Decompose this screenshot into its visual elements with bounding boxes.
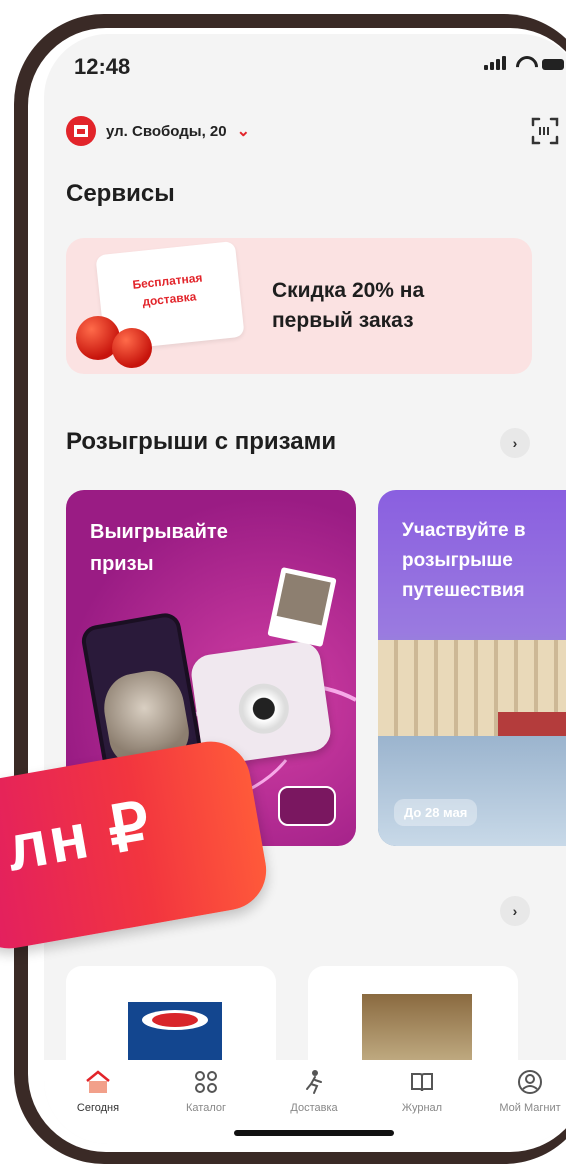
scan-icon[interactable] <box>530 116 560 146</box>
status-icons <box>484 56 564 70</box>
app-screen: 12:48 ул. Свободы, 20 ⌄ Сервисы Бесплатн… <box>44 34 566 1144</box>
whiskas-logo <box>278 786 336 826</box>
raffle-card-travel[interactable]: Участвуйте в розыгрыше путешествия До 28… <box>378 490 566 846</box>
chevron-down-icon: ⌄ <box>236 123 251 140</box>
home-indicator <box>234 1130 394 1136</box>
address-text: ул. Свободы, 20 <box>106 122 227 140</box>
promo-card-discount[interactable]: Бесплатная доставка Скидка 20% на первый… <box>66 238 532 374</box>
status-time: 12:48 <box>74 54 131 79</box>
catalog-icon <box>192 1068 220 1096</box>
address-selector[interactable]: ул. Свободы, 20 ⌄ <box>66 116 250 146</box>
raffle-card-title: Участвуйте в розыгрыше путешествия <box>402 520 526 601</box>
magnit-logo <box>66 116 96 146</box>
ribbon-text: лн ₽ <box>0 788 157 885</box>
promo-text: Скидка 20% на первый заказ <box>272 279 425 332</box>
journal-icon <box>408 1068 436 1096</box>
ticket-text: Бесплатная доставка <box>131 270 204 309</box>
tab-label: Доставка <box>290 1102 338 1114</box>
wifi-icon <box>514 56 534 70</box>
tab-label: Сегодня <box>76 1102 120 1114</box>
river-image <box>378 736 566 846</box>
tomato-image <box>112 328 152 368</box>
status-bar: 12:48 <box>44 34 566 104</box>
section-more-button[interactable]: › <box>500 896 530 926</box>
tab-label: Журнал <box>401 1102 443 1114</box>
tab-my-magnit[interactable]: Мой Магнит <box>482 1068 566 1114</box>
tab-label: Мой Магнит <box>499 1102 561 1114</box>
tab-journal[interactable]: Журнал <box>374 1068 470 1114</box>
battery-icon <box>542 59 564 70</box>
raffle-card-title: Выигрывайте призы <box>90 521 228 575</box>
services-title: Сервисы <box>66 180 175 207</box>
date-tag: До 28 мая <box>394 799 478 826</box>
tab-label: Каталог <box>186 1102 226 1114</box>
signal-icon <box>484 56 506 70</box>
tab-catalog[interactable]: Каталог <box>158 1068 254 1114</box>
profile-icon <box>516 1068 544 1096</box>
tab-today[interactable]: Сегодня <box>50 1068 146 1114</box>
delivery-icon <box>300 1068 328 1096</box>
raffles-title: Розыгрыши с призами <box>66 428 337 455</box>
home-icon <box>84 1068 112 1096</box>
tab-delivery[interactable]: Доставка <box>266 1068 362 1114</box>
raffles-more-button[interactable]: › <box>500 428 530 458</box>
